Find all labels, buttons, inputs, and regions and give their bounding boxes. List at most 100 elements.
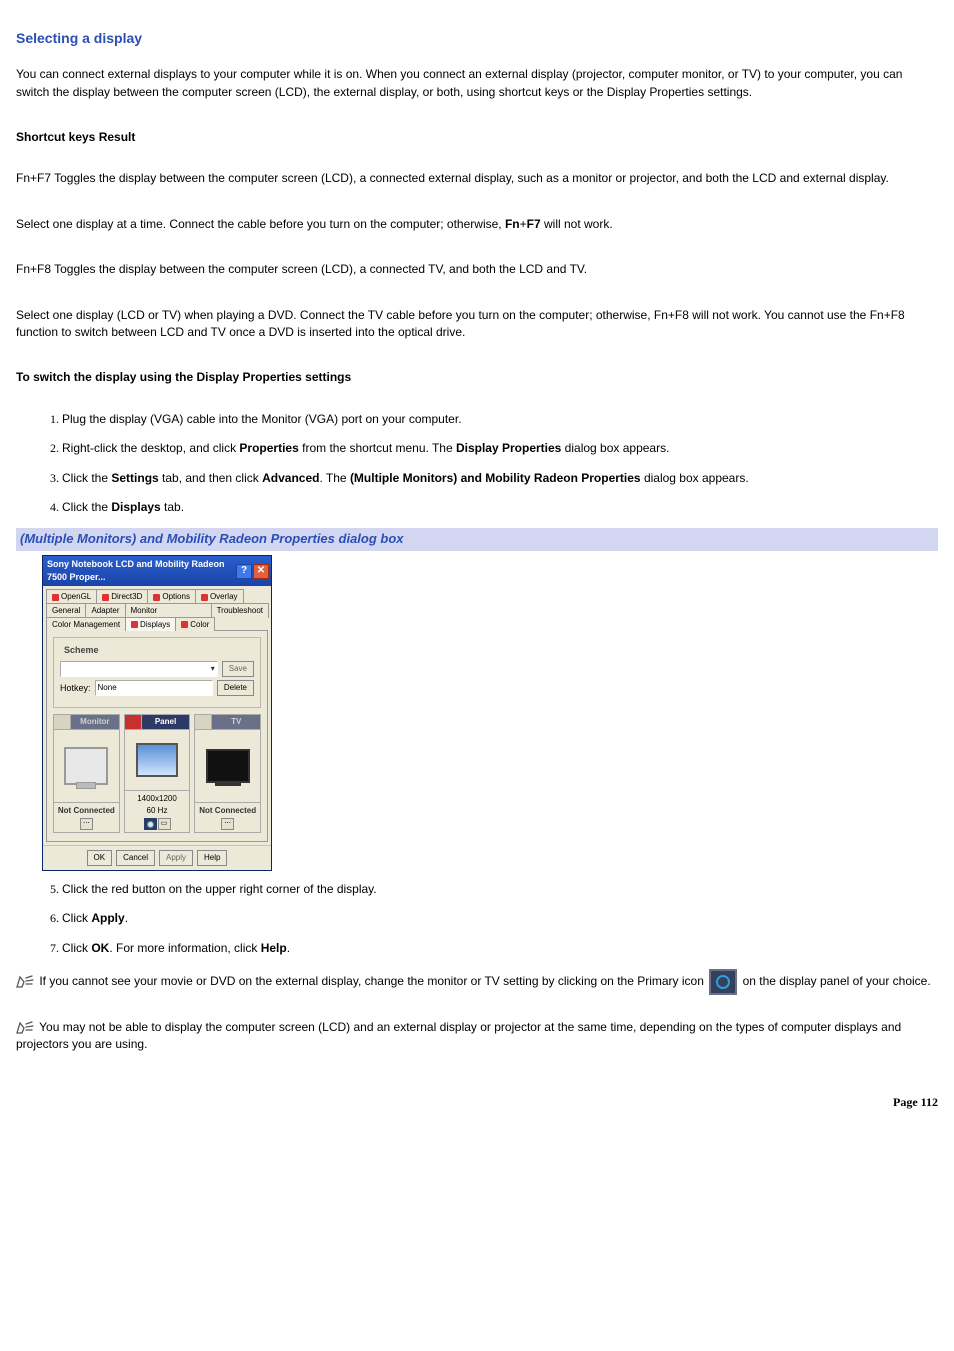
step-1: Plug the display (VGA) cable into the Mo…	[62, 411, 938, 428]
display-properties-bold: Display Properties	[456, 441, 561, 455]
hotkey-field[interactable]: None	[95, 680, 213, 696]
tab-options[interactable]: Options	[147, 589, 196, 604]
text: Right-click the desktop, and click	[62, 441, 239, 455]
tab-adapter[interactable]: Adapter	[85, 603, 125, 618]
text: Click the	[62, 471, 111, 485]
ok-button[interactable]: OK	[87, 850, 113, 866]
apply-bold: Apply	[91, 911, 124, 925]
steps-list-1: Plug the display (VGA) cable into the Mo…	[16, 411, 938, 517]
fn-f7-row: Fn+F7 Toggles the display between the co…	[16, 170, 938, 187]
ati-icon	[201, 594, 208, 601]
monitor-header: Monitor	[71, 715, 119, 730]
step-4: Click the Displays tab.	[62, 499, 938, 516]
save-button[interactable]: Save	[222, 661, 254, 677]
tab-label: OpenGL	[61, 591, 91, 603]
not-connected-label: Not Connected	[56, 805, 117, 817]
step-5: Click the red button on the upper right …	[62, 881, 938, 898]
enable-corner[interactable]	[195, 715, 212, 730]
tv-header: TV	[212, 715, 260, 730]
display-panels: Monitor Not Connected ⋯ Panel 1400x1200 …	[53, 714, 261, 833]
enable-corner[interactable]	[54, 715, 71, 730]
text: . For more information, click	[109, 941, 260, 955]
text: tab.	[161, 500, 184, 514]
tab-monitor[interactable]: Monitor	[125, 603, 212, 618]
fn-key: Fn	[505, 217, 520, 231]
advanced-bold: Advanced	[262, 471, 319, 485]
hotkey-label: Hotkey:	[60, 682, 91, 695]
ati-icon	[52, 594, 59, 601]
dialog-tabs: OpenGL Direct3D Options Overlay General …	[43, 586, 271, 630]
ati-icon	[181, 621, 188, 628]
tab-label: Displays	[140, 619, 170, 631]
tab-direct3d[interactable]: Direct3D	[96, 589, 148, 604]
step-6: Click Apply.	[62, 910, 938, 927]
delete-button[interactable]: Delete	[217, 680, 254, 696]
dialog-titlebar: Sony Notebook LCD and Mobility Radeon 75…	[43, 556, 271, 586]
tab-overlay[interactable]: Overlay	[195, 589, 244, 604]
dialog-body: Scheme ▾ Save Hotkey: None Delete Monito…	[46, 630, 268, 842]
text: +	[520, 217, 527, 231]
tab-color-mgmt[interactable]: Color Management	[46, 617, 126, 632]
cancel-button[interactable]: Cancel	[116, 850, 155, 866]
step-3: Click the Settings tab, and then click A…	[62, 470, 938, 487]
note-1: If you cannot see your movie or DVD on t…	[16, 969, 938, 995]
page-number: Page 112	[16, 1094, 938, 1111]
help-button[interactable]: Help	[197, 850, 227, 866]
note-2: You may not be able to display the compu…	[16, 1019, 938, 1054]
primary-button[interactable]	[144, 818, 157, 830]
text: dialog box appears.	[641, 471, 749, 485]
step-2: Right-click the desktop, and click Prope…	[62, 440, 938, 457]
note-text: You may not be able to display the compu…	[16, 1020, 901, 1051]
tab-opengl[interactable]: OpenGL	[46, 589, 97, 604]
chevron-down-icon: ▾	[211, 663, 215, 675]
text: tab, and then click	[159, 471, 262, 485]
dialog-caption: (Multiple Monitors) and Mobility Radeon …	[16, 528, 938, 551]
text: will not work.	[541, 217, 613, 231]
help-icon[interactable]: ?	[236, 564, 252, 579]
config-button[interactable]: ⋯	[80, 818, 93, 830]
switch-heading: To switch the display using the Display …	[16, 369, 938, 386]
config-button[interactable]: ⋯	[221, 818, 234, 830]
help-bold: Help	[261, 941, 287, 955]
tab-label: Direct3D	[111, 591, 142, 603]
hotkey-value: None	[98, 682, 117, 694]
tab-label: Overlay	[210, 591, 238, 603]
properties-bold: Properties	[239, 441, 298, 455]
text: Click the	[62, 500, 111, 514]
text: Click	[62, 911, 91, 925]
tv-icon	[206, 749, 250, 783]
text: .	[287, 941, 290, 955]
apply-button[interactable]: Apply	[159, 850, 193, 866]
intro-text: You can connect external displays to you…	[16, 66, 938, 101]
step-7: Click OK. For more information, click He…	[62, 940, 938, 957]
clone-button[interactable]: ▭	[158, 818, 171, 830]
note-icon	[16, 1021, 34, 1035]
ati-icon	[153, 594, 160, 601]
panel-refresh: 60 Hz	[147, 806, 168, 815]
monitor-panel: Monitor Not Connected ⋯	[53, 714, 120, 833]
ati-icon	[102, 594, 109, 601]
ati-icon	[131, 621, 138, 628]
note-text: If you cannot see your movie or DVD on t…	[36, 974, 707, 988]
text: .	[125, 911, 128, 925]
dialog-name-bold: (Multiple Monitors) and Mobility Radeon …	[350, 471, 641, 485]
tab-troubleshoot[interactable]: Troubleshoot	[211, 603, 269, 618]
shortcut-header: Shortcut keys Result	[16, 129, 938, 146]
ok-bold: OK	[91, 941, 109, 955]
close-icon[interactable]: ✕	[253, 564, 269, 579]
fn-f7-note: Select one display at a time. Connect th…	[16, 216, 938, 233]
text: . The	[319, 471, 349, 485]
tab-displays[interactable]: Displays	[125, 617, 176, 632]
text: dialog box appears.	[561, 441, 669, 455]
lcd-panel: Panel 1400x1200 60 Hz ▭	[124, 714, 191, 833]
tab-general[interactable]: General	[46, 603, 86, 618]
scheme-label: Scheme	[62, 644, 101, 657]
dialog-title: Sony Notebook LCD and Mobility Radeon 75…	[47, 558, 235, 584]
scheme-combo[interactable]: ▾	[60, 661, 218, 677]
tab-color[interactable]: Color	[175, 617, 215, 632]
enable-corner[interactable]	[125, 715, 142, 730]
tab-label: Color	[190, 619, 209, 631]
note-icon	[16, 975, 34, 989]
primary-icon	[709, 969, 737, 995]
panel-resolution: 1400x1200	[137, 794, 177, 803]
